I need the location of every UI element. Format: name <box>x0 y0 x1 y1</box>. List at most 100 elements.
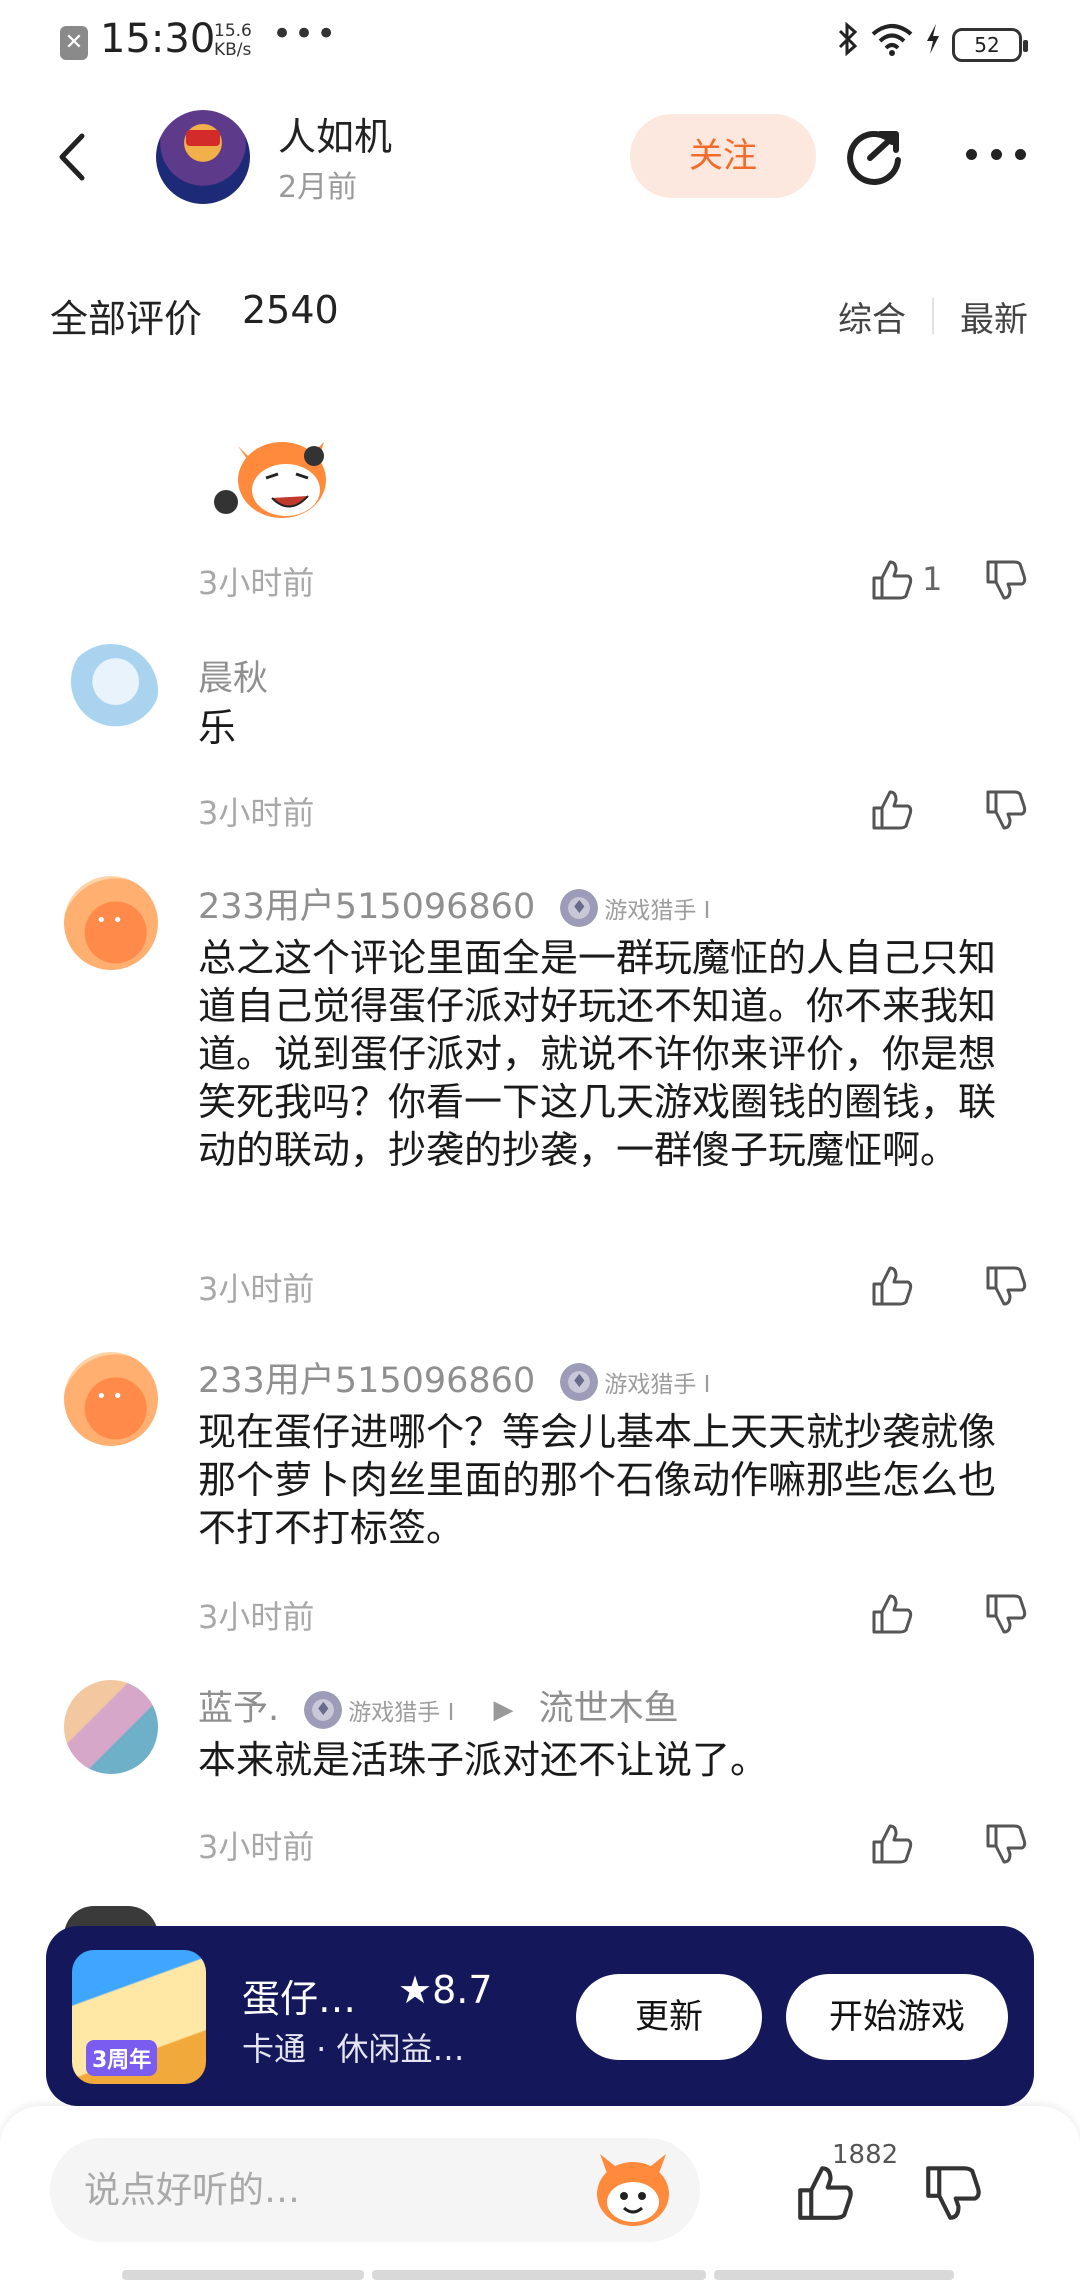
thumbs-up-icon <box>872 1594 913 1634</box>
anniversary-badge: 3周年 <box>86 2040 158 2076</box>
back-button[interactable] <box>44 122 104 192</box>
reply-username[interactable]: 233用户515096860 <box>198 887 535 927</box>
reply-to-username[interactable]: 流世木鱼 <box>539 1689 679 1729</box>
badge-label: 游戏猎手 I <box>604 1372 711 1398</box>
reply-user-line: 233用户515096860 ♦ 游戏猎手 I <box>198 1352 710 1403</box>
charging-icon <box>924 22 942 67</box>
thumbs-up-icon <box>872 1824 913 1864</box>
user-badge: ♦ 游戏猎手 I <box>560 889 710 927</box>
dislike-button[interactable] <box>982 1262 1030 1310</box>
reply-time: 3小时前 <box>198 1270 315 1308</box>
review-count: 2540 <box>242 288 339 332</box>
like-button[interactable] <box>868 1820 916 1868</box>
network-speed-unit: KB/s <box>214 40 252 60</box>
author-post-time: 2月前 <box>278 170 358 205</box>
reply-arrow-icon: ▶ <box>493 1695 514 1725</box>
thumbs-down-icon <box>986 1266 1027 1306</box>
game-card[interactable]: 3周年 蛋仔… ★8.7 卡通 · 休闲益… 更新 开始游戏 <box>46 1926 1034 2106</box>
reviews-section-header: 全部评价 2540 综合 最新 <box>0 284 1080 348</box>
game-name: 蛋仔… <box>242 1977 357 2021</box>
game-rating: ★8.7 <box>398 1968 493 2012</box>
user-avatar[interactable] <box>64 644 158 738</box>
post-dislike-button[interactable] <box>920 2160 986 2226</box>
update-button[interactable]: 更新 <box>576 1974 762 2060</box>
thumbs-up-icon <box>872 790 913 830</box>
bluetooth-icon <box>836 21 860 67</box>
reply-username[interactable]: 233用户515096860 <box>198 1361 535 1401</box>
reply-time: 3小时前 <box>198 564 315 602</box>
reply-text: 现在蛋仔进哪个？等会儿基本上天天就抄袭就像那个萝卜肉丝里面的那个石像动作嘛那些怎… <box>198 1410 997 1550</box>
game-rating-value: 8.7 <box>432 1968 493 2012</box>
more-dot-icon <box>966 148 977 160</box>
like-button[interactable] <box>868 556 916 604</box>
comment-bar: 1882 <box>0 2106 1080 2280</box>
sort-option-comprehensive[interactable]: 综合 <box>838 292 906 341</box>
chevron-left-icon <box>59 133 85 181</box>
share-button[interactable] <box>840 118 912 190</box>
game-tags: 卡通 · 休闲益… <box>242 2030 465 2068</box>
star-icon: ★ <box>398 1968 433 2012</box>
nav-indicator <box>372 2270 706 2280</box>
more-dot-icon <box>990 148 1002 160</box>
status-bar: ✕ 15:30 15.6 KB/s ••• 52 <box>0 0 1080 86</box>
status-right-icons: 52 <box>836 21 1028 67</box>
thumbs-up-icon <box>872 1266 913 1306</box>
emoji-mascot-icon[interactable] <box>590 2146 676 2232</box>
badge-label: 游戏猎手 I <box>348 1700 455 1726</box>
battery-icon: 52 <box>952 27 1028 62</box>
reply-text: 总之这个评论里面全是一群玩魔怔的人自己只知道自己觉得蛋仔派对好玩还不知道。你不来… <box>198 936 997 1172</box>
network-speed: 15.6 KB/s <box>214 22 252 60</box>
reply-username[interactable]: 蓝予. <box>198 1689 279 1729</box>
user-avatar[interactable] <box>64 1352 158 1446</box>
game-icon[interactable]: 3周年 <box>72 1950 206 2084</box>
author-avatar[interactable] <box>156 110 250 204</box>
reply-time: 3小时前 <box>198 794 315 832</box>
share-icon <box>847 130 901 185</box>
badge-label: 游戏猎手 I <box>604 898 711 924</box>
reply-text: 乐 <box>198 706 237 750</box>
user-avatar[interactable] <box>64 876 158 970</box>
thumbs-down-icon <box>986 790 1027 830</box>
user-badge: ♦ 游戏猎手 I <box>560 1363 710 1401</box>
status-more-icon: ••• <box>272 14 339 54</box>
reply-text: 本来就是活珠子派对还不让说了。 <box>198 1738 769 1782</box>
badge-icon: ♦ <box>560 889 599 927</box>
more-dot-icon <box>1015 148 1026 160</box>
post-header: 人如机 2月前 关注 <box>0 96 1080 220</box>
reply-time: 3小时前 <box>198 1598 315 1636</box>
user-badge: ♦ 游戏猎手 I <box>304 1691 454 1729</box>
thumbs-down-icon <box>986 1824 1027 1864</box>
dislike-button[interactable] <box>982 1820 1030 1868</box>
like-button[interactable] <box>868 1590 916 1638</box>
like-button[interactable] <box>868 786 916 834</box>
thumbs-up-icon <box>798 2166 853 2220</box>
author-name[interactable]: 人如机 <box>278 106 392 161</box>
follow-button[interactable]: 关注 <box>630 114 816 198</box>
reply-time: 3小时前 <box>198 1828 315 1866</box>
mascot-sticker-icon <box>214 442 326 518</box>
thumbs-down-icon <box>986 1594 1027 1634</box>
status-time: 15:30 <box>100 16 216 62</box>
thumbs-down-icon <box>986 560 1027 600</box>
more-options-button[interactable] <box>960 118 1032 190</box>
nav-indicator <box>122 2270 364 2280</box>
sort-option-latest[interactable]: 最新 <box>960 292 1028 341</box>
section-title: 全部评价 <box>50 297 203 341</box>
reply-user-line: 蓝予. ♦ 游戏猎手 I ▶ 流世木鱼 <box>198 1680 679 1731</box>
nav-indicator <box>714 2270 954 2280</box>
user-avatar[interactable] <box>64 1680 158 1774</box>
wifi-icon <box>870 22 914 67</box>
badge-icon: ♦ <box>304 1691 343 1729</box>
reply-user-line: 233用户515096860 ♦ 游戏猎手 I <box>198 878 710 929</box>
like-button[interactable] <box>868 1262 916 1310</box>
dislike-button[interactable] <box>982 1590 1030 1638</box>
dislike-button[interactable] <box>982 786 1030 834</box>
like-count: 1 <box>922 560 943 598</box>
thumbs-down-icon <box>926 2166 981 2220</box>
post-like-button[interactable] <box>792 2160 858 2226</box>
reply-username[interactable]: 晨秋 <box>198 650 268 701</box>
dislike-button[interactable] <box>982 556 1030 604</box>
start-game-button[interactable]: 开始游戏 <box>786 1974 1008 2060</box>
network-speed-value: 15.6 <box>214 21 252 41</box>
badge-icon: ♦ <box>560 1363 599 1401</box>
